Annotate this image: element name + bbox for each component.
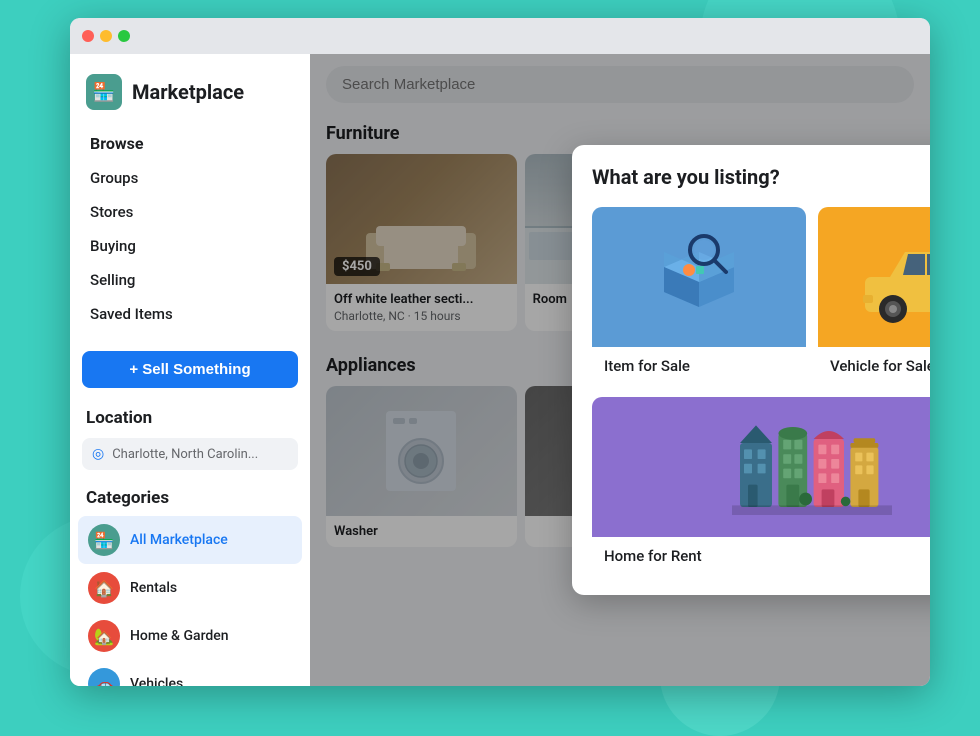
category-all-marketplace-label: All Marketplace [130,532,228,548]
vehicles-icon: 🚗 [88,668,120,686]
categories-section-label: Categories [70,476,310,512]
location-value: Charlotte, North Carolin... [112,447,258,462]
what-are-you-listing-modal: What are you listing? 1 of 3 × [572,145,930,595]
option-item-for-sale[interactable]: Item for Sale [592,207,806,385]
item-for-sale-label: Item for Sale [592,347,806,385]
sidebar-nav: Browse Groups Stores Buying Selling Save… [70,126,310,331]
main-window: 🏪 Marketplace Browse Groups Stores Buyin… [70,18,930,686]
option-vehicle-for-sale[interactable]: Vehicle for Sale [818,207,930,385]
home-for-rent-image [592,397,930,537]
window-body: 🏪 Marketplace Browse Groups Stores Buyin… [70,54,930,686]
category-home-garden[interactable]: 🏡 Home & Garden [78,612,302,660]
sidebar: 🏪 Marketplace Browse Groups Stores Buyin… [70,54,310,686]
maximize-window-button[interactable] [118,30,130,42]
category-vehicles[interactable]: 🚗 Vehicles [78,660,302,686]
sidebar-item-buying[interactable]: Buying [78,229,302,263]
category-rentals[interactable]: 🏠 Rentals [78,564,302,612]
rentals-icon: 🏠 [88,572,120,604]
sidebar-item-selling[interactable]: Selling [78,263,302,297]
sidebar-item-groups[interactable]: Groups [78,161,302,195]
sidebar-item-stores[interactable]: Stores [78,195,302,229]
location-input[interactable]: ◎ Charlotte, North Carolin... [82,438,298,470]
sell-something-button[interactable]: + Sell Something [82,351,298,388]
modal-header: What are you listing? 1 of 3 × [592,165,930,189]
marketplace-icon: 🏪 [86,74,122,110]
window-chrome [70,18,930,54]
category-all-marketplace[interactable]: 🏪 All Marketplace [78,516,302,564]
option-home-for-rent[interactable]: Home for Rent [592,397,930,575]
close-window-button[interactable] [82,30,94,42]
all-marketplace-icon: 🏪 [88,524,120,556]
location-icon: ◎ [92,446,104,462]
sidebar-title: Marketplace [132,80,244,104]
main-content: Furniture $450 [310,54,930,686]
modal-options: Item for Sale [592,207,930,575]
categories-list: 🏪 All Marketplace 🏠 Rentals 🏡 Home & Gar… [70,512,310,686]
item-for-sale-image [592,207,806,347]
category-home-garden-label: Home & Garden [130,628,229,644]
minimize-window-button[interactable] [100,30,112,42]
home-for-rent-label: Home for Rent [592,537,930,575]
browse-label: Browse [78,126,302,161]
vehicle-for-sale-image [818,207,930,347]
sidebar-header: 🏪 Marketplace [70,66,310,126]
category-vehicles-label: Vehicles [130,676,183,686]
modal-title: What are you listing? [592,165,780,189]
home-garden-icon: 🏡 [88,620,120,652]
sidebar-item-saved[interactable]: Saved Items [78,297,302,331]
location-section-label: Location [70,396,310,432]
category-rentals-label: Rentals [130,580,177,596]
vehicle-for-sale-label: Vehicle for Sale [818,347,930,385]
